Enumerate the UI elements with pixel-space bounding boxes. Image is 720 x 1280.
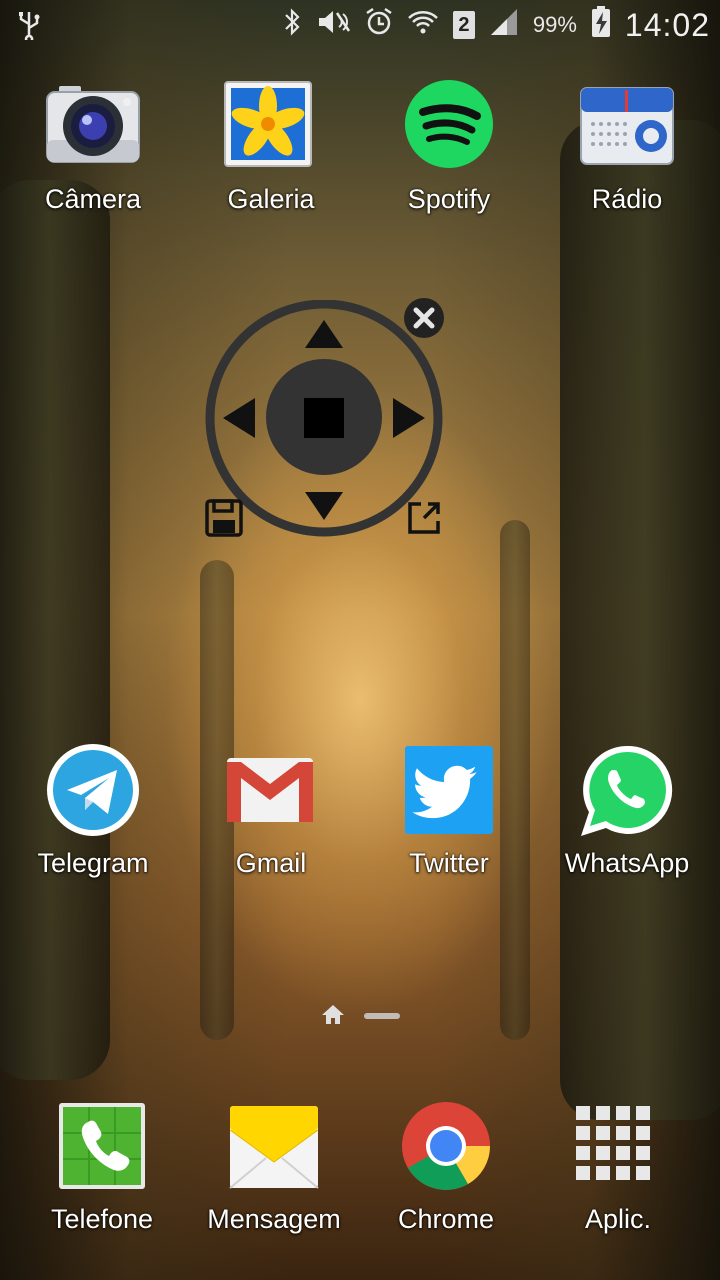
dock-app-phone[interactable]: Telefone [12,1100,192,1235]
save-icon[interactable] [204,498,244,538]
spotify-icon [401,80,497,176]
app-label: Mensagem [207,1204,341,1234]
status-bar: 2 99% 14:02 [0,0,720,50]
chrome-icon [398,1100,494,1196]
telegram-icon [45,744,141,840]
app-label: Twitter [409,848,489,878]
app-gallery[interactable]: Galeria [181,80,361,215]
battery-percent: 99% [532,12,577,37]
page-dot[interactable] [364,1013,400,1019]
right-arrow-icon [393,398,425,438]
app-label: Galeria [227,184,315,214]
app-gmail[interactable]: Gmail [181,744,361,879]
app-telegram[interactable]: Telegram [3,744,183,879]
app-twitter[interactable]: Twitter [359,744,539,879]
bluetooth-icon [283,7,301,44]
app-camera[interactable]: Câmera [3,80,183,215]
stop-icon [304,398,344,438]
app-label: Chrome [397,1204,495,1234]
message-icon [226,1100,322,1196]
battery-charging-icon [591,5,611,45]
app-label: Gmail [235,848,307,878]
apps-grid-icon [570,1100,666,1196]
left-arrow-icon [223,398,255,438]
sim-icon: 2 [452,11,475,39]
app-label: Câmera [44,184,142,214]
up-arrow-icon [305,320,343,348]
app-label: Aplic. [584,1204,652,1234]
radio-icon [579,80,675,176]
app-label: WhatsApp [564,848,690,878]
open-external-icon[interactable] [406,500,442,536]
app-radio[interactable]: Rádio [537,80,717,215]
tree-trunk-left [0,180,110,1080]
twitter-icon [401,744,497,840]
wifi-icon [407,7,439,44]
app-label: Telegram [37,848,149,878]
mute-icon [315,7,351,44]
status-icons: 2 99% 14:02 [283,5,710,43]
gallery-icon [223,80,319,176]
alarm-icon [365,7,393,44]
signal-icon [489,7,519,44]
clock: 14:02 [624,6,710,43]
app-whatsapp[interactable]: WhatsApp [537,744,717,879]
down-arrow-icon [305,492,343,520]
gmail-icon [223,744,319,840]
app-label: Spotify [407,184,491,214]
close-icon[interactable] [403,297,445,339]
camera-icon [45,80,141,176]
home-icon[interactable] [320,1003,346,1030]
dock-app-messages[interactable]: Mensagem [184,1100,364,1235]
tree-trunk-right [560,120,720,1120]
page-indicator[interactable] [320,1004,400,1028]
dock-app-apps[interactable]: Aplic. [528,1100,708,1235]
app-label: Telefone [50,1204,154,1234]
usb-icon [16,10,42,40]
app-spotify[interactable]: Spotify [359,80,539,215]
dock-app-chrome[interactable]: Chrome [356,1100,536,1235]
phone-icon [54,1100,150,1196]
app-label: Rádio [591,184,663,214]
whatsapp-icon [579,744,675,840]
